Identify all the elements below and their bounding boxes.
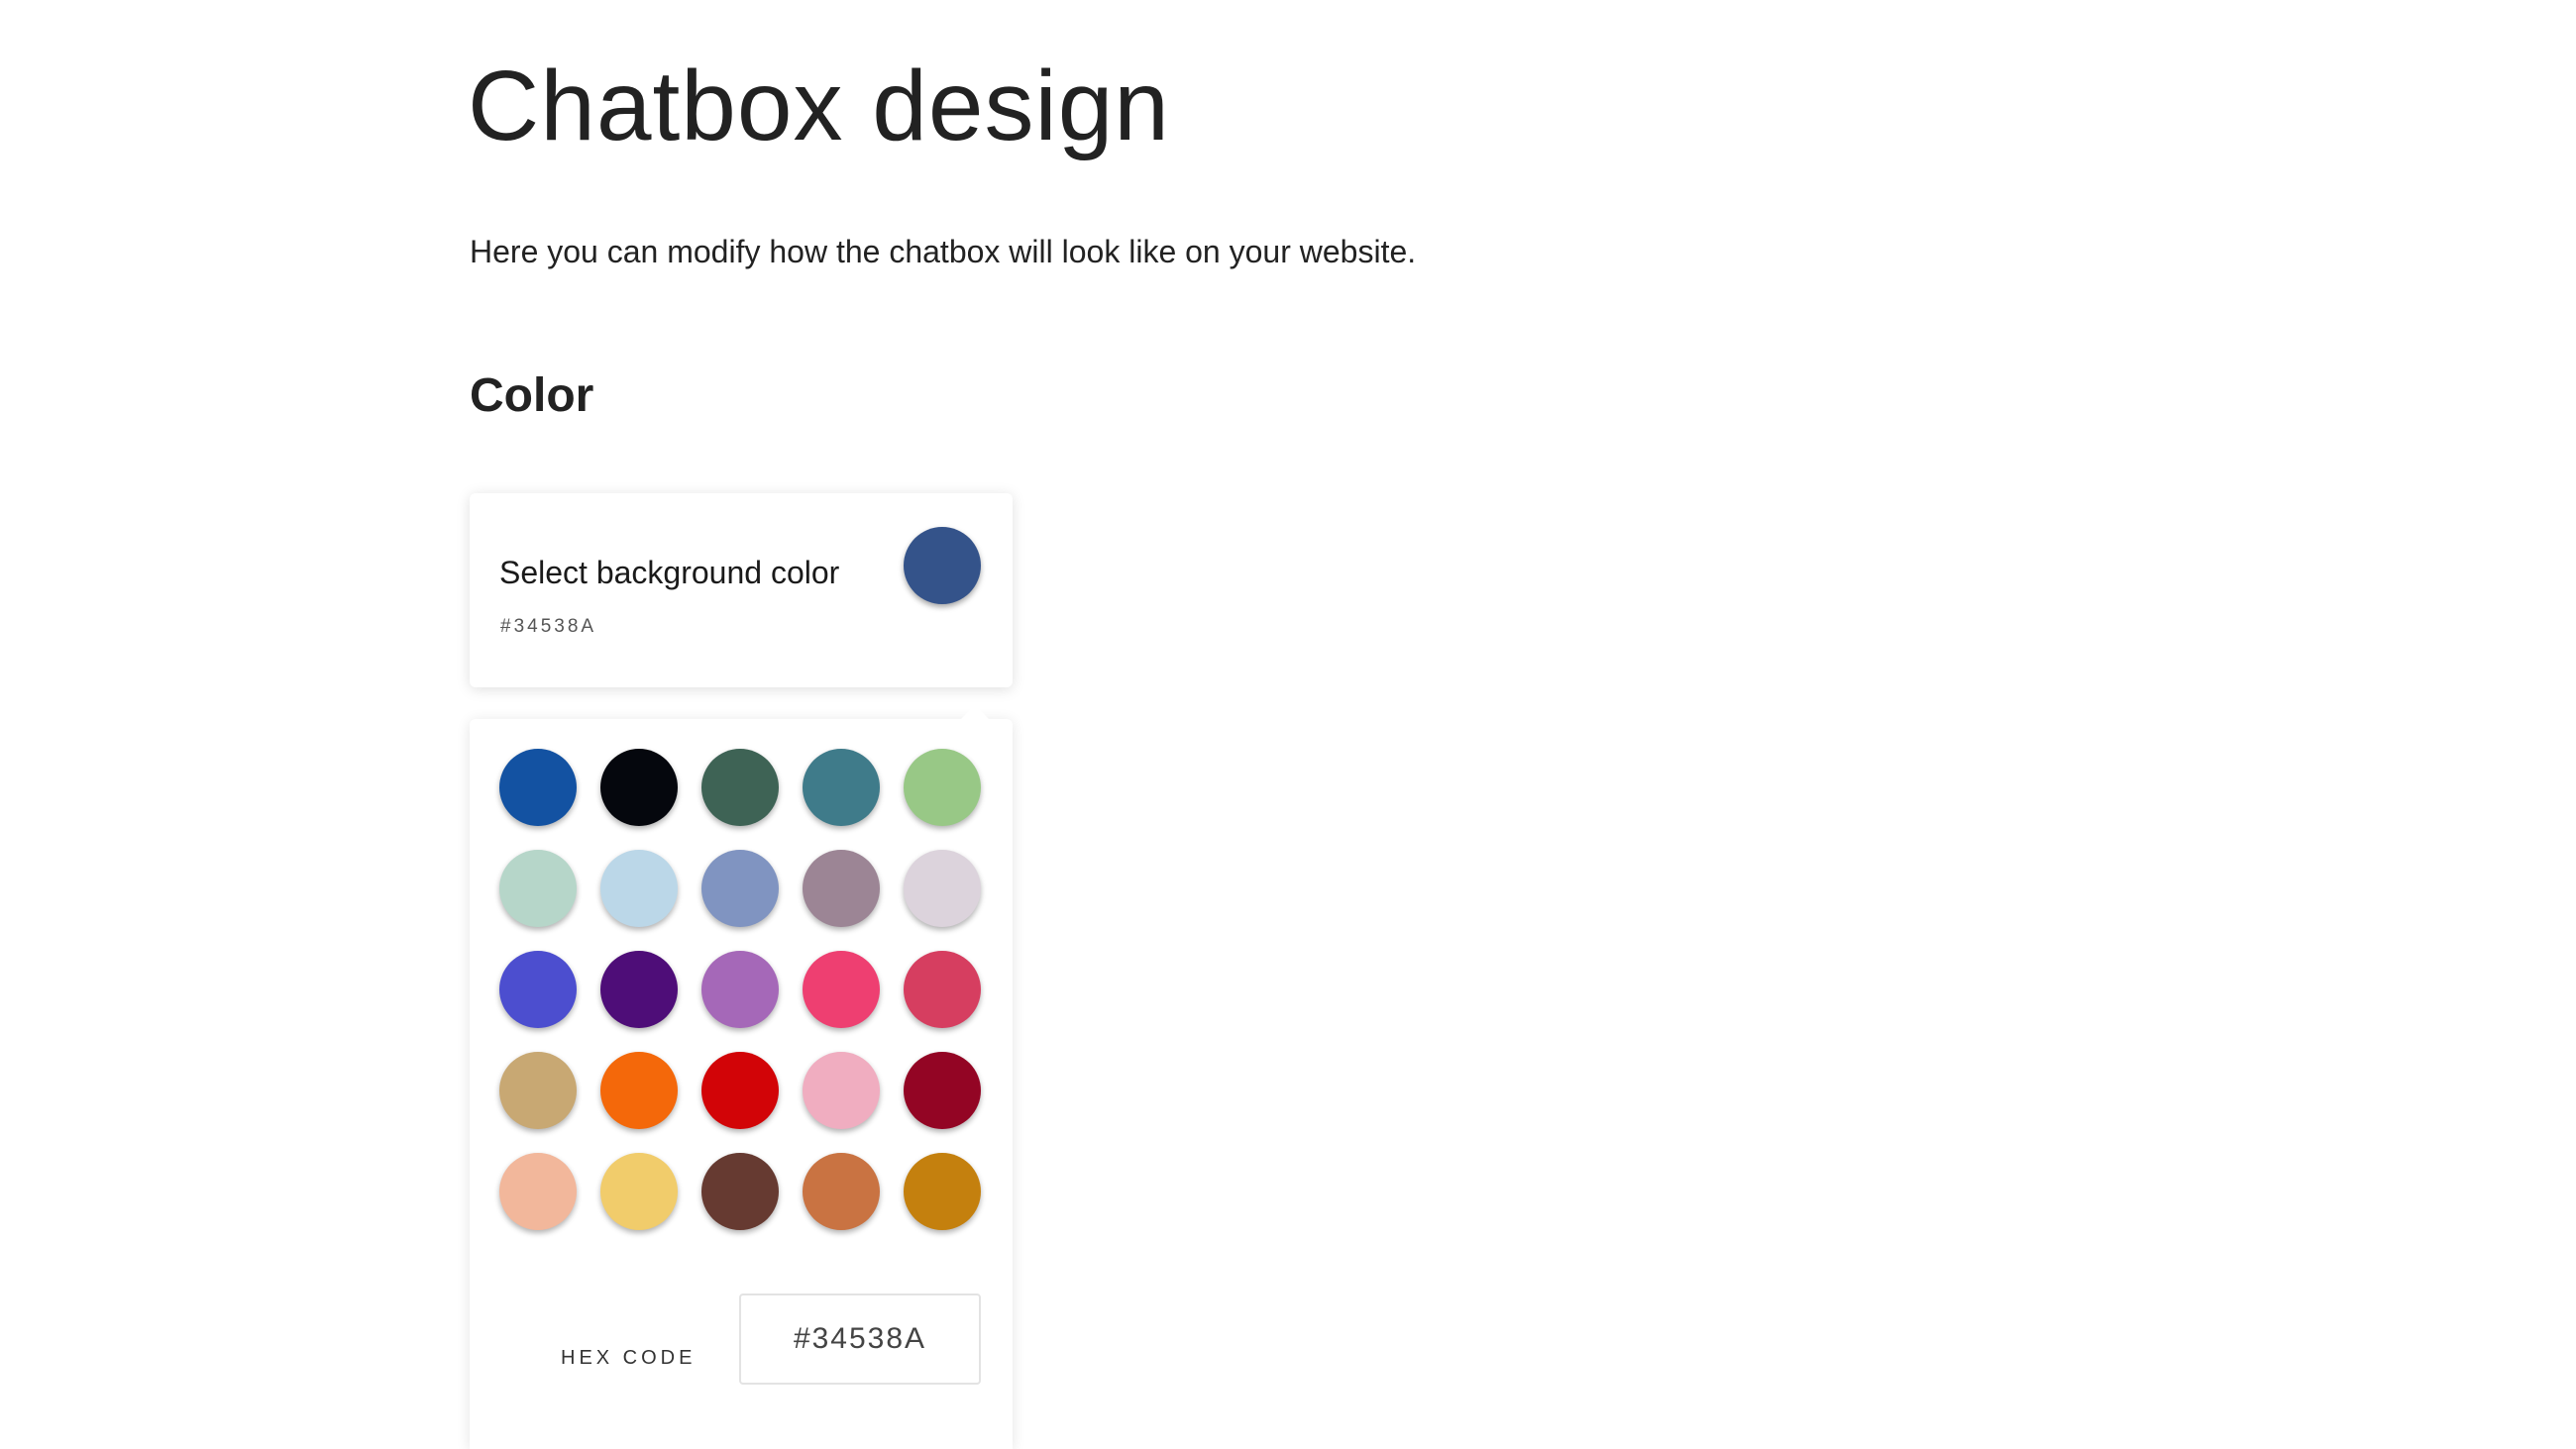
color-swatch[interactable] <box>499 951 577 1028</box>
color-swatch[interactable] <box>600 850 678 927</box>
color-swatch[interactable] <box>904 1153 981 1230</box>
page-title: Chatbox design <box>468 51 1170 161</box>
color-swatch[interactable] <box>803 850 880 927</box>
color-swatch[interactable] <box>701 749 779 826</box>
color-swatch[interactable] <box>904 1052 981 1129</box>
color-swatch[interactable] <box>803 1052 880 1129</box>
color-swatch[interactable] <box>701 850 779 927</box>
color-swatch[interactable] <box>600 1052 678 1129</box>
color-swatch[interactable] <box>904 951 981 1028</box>
color-swatch[interactable] <box>499 850 577 927</box>
color-swatch[interactable] <box>701 1153 779 1230</box>
color-swatch[interactable] <box>600 951 678 1028</box>
color-swatch[interactable] <box>701 951 779 1028</box>
palette-caret <box>959 705 991 721</box>
color-swatch[interactable] <box>499 1052 577 1129</box>
color-swatch[interactable] <box>600 749 678 826</box>
color-palette-panel: HEX CODE <box>470 705 1013 1449</box>
background-color-selector[interactable]: Select background color #34538A <box>470 493 1013 687</box>
color-swatch[interactable] <box>904 850 981 927</box>
color-swatch[interactable] <box>499 1153 577 1230</box>
color-swatch[interactable] <box>803 951 880 1028</box>
color-section-heading: Color <box>470 369 594 422</box>
chatbox-design-page: Chatbox design Here you can modify how t… <box>0 0 2576 1449</box>
background-color-hex: #34538A <box>500 616 597 637</box>
color-swatch[interactable] <box>803 749 880 826</box>
color-swatch[interactable] <box>600 1153 678 1230</box>
color-swatch[interactable] <box>803 1153 880 1230</box>
selected-color-preview[interactable] <box>904 527 981 604</box>
background-color-label: Select background color <box>499 555 840 590</box>
color-swatch-grid <box>499 749 985 1230</box>
color-swatch[interactable] <box>701 1052 779 1129</box>
color-swatch[interactable] <box>499 749 577 826</box>
hex-code-input[interactable] <box>739 1294 981 1385</box>
page-subtitle: Here you can modify how the chatbox will… <box>470 234 1417 269</box>
color-swatch[interactable] <box>904 749 981 826</box>
hex-code-label: HEX CODE <box>561 1347 697 1369</box>
